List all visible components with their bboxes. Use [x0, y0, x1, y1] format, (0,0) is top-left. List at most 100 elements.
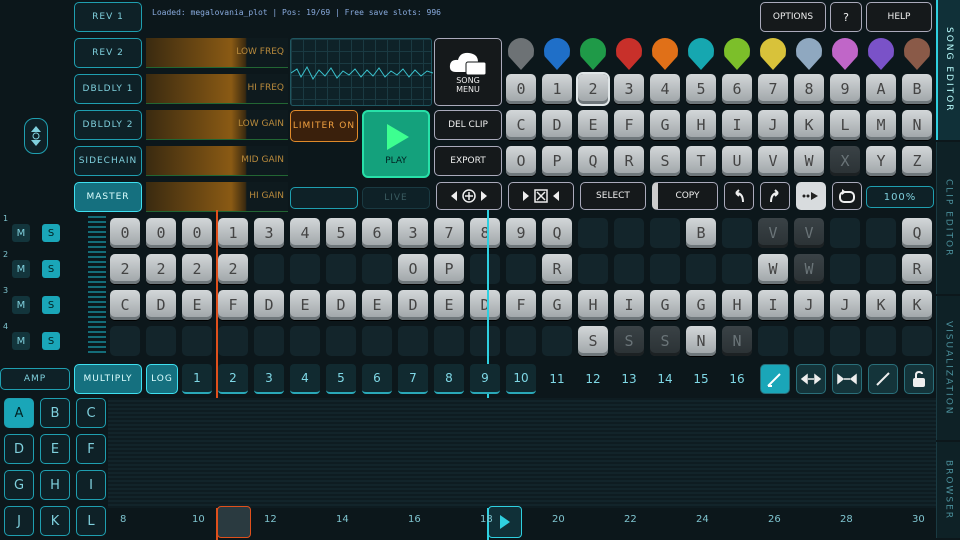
- keypad-key-9[interactable]: 9: [830, 74, 860, 104]
- grid-cell-empty[interactable]: [794, 326, 824, 356]
- fx-button-rev-2[interactable]: REV 2: [74, 38, 142, 68]
- grid-cell[interactable]: G: [650, 290, 680, 320]
- grid-cell[interactable]: 0: [110, 218, 140, 248]
- keypad-key-n[interactable]: N: [902, 110, 932, 140]
- live-input-box[interactable]: [290, 187, 358, 209]
- mute-button[interactable]: M: [12, 332, 30, 350]
- clip-letter-j[interactable]: J: [4, 506, 34, 536]
- color-pick-3[interactable]: [580, 38, 606, 70]
- fx-button-master[interactable]: MASTER: [74, 182, 142, 212]
- keypad-key-c[interactable]: C: [506, 110, 536, 140]
- grid-cell-empty[interactable]: [146, 326, 176, 356]
- grid-cell[interactable]: W: [758, 254, 788, 284]
- grid-cell[interactable]: D: [146, 290, 176, 320]
- grid-cell-empty[interactable]: [830, 218, 860, 248]
- envelope-editor[interactable]: [108, 398, 936, 508]
- amp-dropdown[interactable]: AMP: [0, 368, 70, 390]
- eq-band-mid-gain[interactable]: MID GAIN: [146, 146, 288, 176]
- keypad-key-l[interactable]: L: [830, 110, 860, 140]
- grid-cell[interactable]: N: [686, 326, 716, 356]
- fx-button-dbldly-2[interactable]: DBLDLY 2: [74, 110, 142, 140]
- grid-cell[interactable]: H: [578, 290, 608, 320]
- step-number-8[interactable]: 8: [434, 364, 464, 394]
- color-pick-10[interactable]: [832, 38, 858, 70]
- grid-cell-empty[interactable]: [578, 254, 608, 284]
- keypad-key-d[interactable]: D: [542, 110, 572, 140]
- play-button[interactable]: PLAY: [362, 110, 430, 178]
- keypad-key-x[interactable]: X: [830, 146, 860, 176]
- help-button[interactable]: HELP: [866, 2, 932, 32]
- grid-cell[interactable]: D: [254, 290, 284, 320]
- grid-cell-empty[interactable]: [254, 254, 284, 284]
- grid-cell-empty[interactable]: [650, 254, 680, 284]
- shrink-tool-button[interactable]: [832, 364, 862, 394]
- options-button[interactable]: OPTIONS: [760, 2, 826, 32]
- keypad-key-t[interactable]: T: [686, 146, 716, 176]
- grid-cell[interactable]: 2: [110, 254, 140, 284]
- grid-cell[interactable]: 9: [506, 218, 536, 248]
- grid-cell[interactable]: V: [758, 218, 788, 248]
- step-number-14[interactable]: 14: [650, 364, 680, 394]
- insert-column-button[interactable]: [436, 182, 502, 210]
- move-right-button[interactable]: [796, 182, 826, 210]
- clip-letter-h[interactable]: H: [40, 470, 70, 500]
- step-number-16[interactable]: 16: [722, 364, 752, 394]
- eq-band-low-gain[interactable]: LOW GAIN: [146, 110, 288, 140]
- grid-cell[interactable]: 0: [146, 218, 176, 248]
- step-number-11[interactable]: 11: [542, 364, 572, 394]
- step-number-1[interactable]: 1: [182, 364, 212, 394]
- grid-cell-empty[interactable]: [470, 254, 500, 284]
- grid-cell-empty[interactable]: [362, 254, 392, 284]
- grid-cell[interactable]: J: [830, 290, 860, 320]
- delete-column-button[interactable]: [508, 182, 574, 210]
- grid-cell[interactable]: I: [614, 290, 644, 320]
- grid-cell-empty[interactable]: [866, 254, 896, 284]
- keypad-key-h[interactable]: H: [686, 110, 716, 140]
- keypad-key-y[interactable]: Y: [866, 146, 896, 176]
- clip-letter-g[interactable]: G: [4, 470, 34, 500]
- stretch-tool-button[interactable]: [796, 364, 826, 394]
- step-number-12[interactable]: 12: [578, 364, 608, 394]
- color-pick-1[interactable]: [508, 38, 534, 70]
- step-number-9[interactable]: 9: [470, 364, 500, 394]
- grid-cell[interactable]: K: [902, 290, 932, 320]
- keypad-key-f[interactable]: F: [614, 110, 644, 140]
- grid-cell[interactable]: 8: [470, 218, 500, 248]
- grid-cell[interactable]: E: [362, 290, 392, 320]
- grid-cell-empty[interactable]: [218, 326, 248, 356]
- grid-cell[interactable]: 1: [218, 218, 248, 248]
- grid-cell[interactable]: W: [794, 254, 824, 284]
- limiter-button[interactable]: LIMITER ON: [290, 110, 358, 142]
- step-number-15[interactable]: 15: [686, 364, 716, 394]
- mute-button[interactable]: M: [12, 224, 30, 242]
- grid-cell[interactable]: H: [722, 290, 752, 320]
- keypad-key-m[interactable]: M: [866, 110, 896, 140]
- grid-cell-empty[interactable]: [506, 254, 536, 284]
- keypad-key-0[interactable]: 0: [506, 74, 536, 104]
- redo-button[interactable]: [760, 182, 790, 210]
- clip-letter-l[interactable]: L: [76, 506, 106, 536]
- grid-cell[interactable]: 5: [326, 218, 356, 248]
- clip-letter-k[interactable]: K: [40, 506, 70, 536]
- grid-cell[interactable]: V: [794, 218, 824, 248]
- grid-cell-empty[interactable]: [578, 218, 608, 248]
- grid-cell[interactable]: G: [542, 290, 572, 320]
- keypad-key-j[interactable]: J: [758, 110, 788, 140]
- del-clip-button[interactable]: DEL CLIP: [434, 110, 502, 140]
- grid-cell-empty[interactable]: [290, 254, 320, 284]
- keypad-key-6[interactable]: 6: [722, 74, 752, 104]
- color-pick-5[interactable]: [652, 38, 678, 70]
- grid-cell-empty[interactable]: [758, 326, 788, 356]
- clip-letter-f[interactable]: F: [76, 434, 106, 464]
- keypad-key-8[interactable]: 8: [794, 74, 824, 104]
- grid-cell[interactable]: J: [794, 290, 824, 320]
- step-number-7[interactable]: 7: [398, 364, 428, 394]
- keypad-key-u[interactable]: U: [722, 146, 752, 176]
- color-pick-4[interactable]: [616, 38, 642, 70]
- zoom-level[interactable]: 100%: [866, 186, 934, 208]
- grid-cell[interactable]: S: [614, 326, 644, 356]
- grid-cell-empty[interactable]: [290, 326, 320, 356]
- step-number-4[interactable]: 4: [290, 364, 320, 394]
- grid-cell[interactable]: O: [398, 254, 428, 284]
- color-pick-6[interactable]: [688, 38, 714, 70]
